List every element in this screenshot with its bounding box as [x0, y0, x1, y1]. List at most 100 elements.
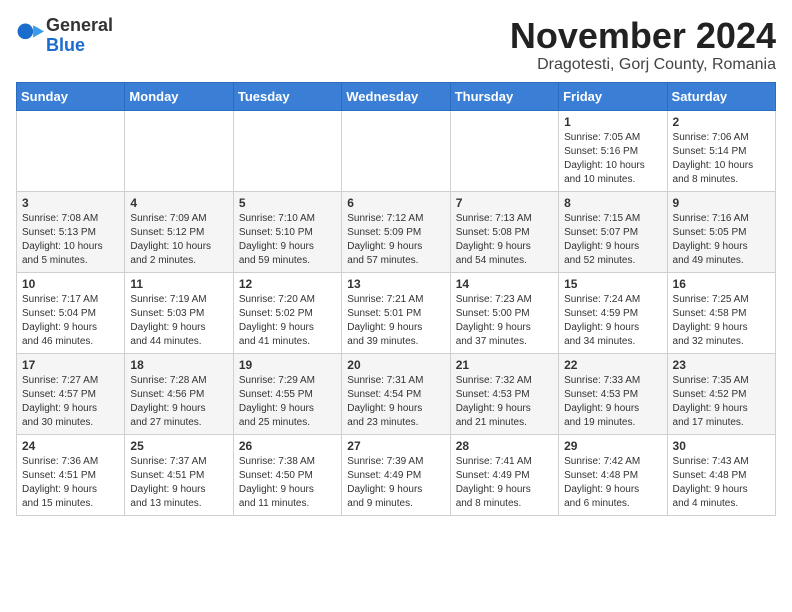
day-cell: 23 Sunrise: 7:35 AMSunset: 4:52 PMDayligh… [667, 353, 775, 434]
logo-blue: Blue [46, 35, 85, 55]
day-number: 6 [347, 196, 444, 210]
day-cell: 15Sunrise: 7:24 AMSunset: 4:59 PMDayligh… [559, 272, 667, 353]
logo-text: General Blue [46, 16, 113, 56]
day-cell: 19Sunrise: 7:29 AMSunset: 4:55 PMDayligh… [233, 353, 341, 434]
day-info: Sunrise: 7:20 AMSunset: 5:02 PMDaylight:… [239, 293, 336, 349]
day-number: 11 [130, 277, 227, 291]
day-number: 4 [130, 196, 227, 210]
day-info: Sunrise: 7:09 AMSunset: 5:12 PMDaylight:… [130, 212, 227, 268]
day-number: 20 [347, 358, 444, 372]
day-cell: 29 Sunrise: 7:42 AMSunset: 4:48 PMDayligh… [559, 434, 667, 515]
day-number: 21 [456, 358, 553, 372]
day-cell: 2Sunrise: 7:06 AMSunset: 5:14 PMDaylight… [667, 110, 775, 191]
day-info: Sunrise: 7:06 AMSunset: 5:14 PMDaylight:… [673, 131, 770, 187]
page-container: General Blue November 2024 Dragotesti, G… [16, 16, 776, 516]
day-cell: 7 Sunrise: 7:13 AMSunset: 5:08 PMDaylight… [450, 191, 558, 272]
day-cell: 26 Sunrise: 7:38 AMSunset: 4:50 PMDayligh… [233, 434, 341, 515]
day-cell: 22Sunrise: 7:33 AMSunset: 4:53 PMDayligh… [559, 353, 667, 434]
day-cell: 21 Sunrise: 7:32 AMSunset: 4:53 PMDayligh… [450, 353, 558, 434]
day-number: 1 [564, 115, 661, 129]
weekday-header-wednesday: Wednesday [342, 82, 450, 110]
day-cell: 8Sunrise: 7:15 AMSunset: 5:07 PMDaylight… [559, 191, 667, 272]
day-number: 14 [456, 277, 553, 291]
header: General Blue November 2024 Dragotesti, G… [16, 16, 776, 74]
day-cell: 12 Sunrise: 7:20 AMSunset: 5:02 PMDayligh… [233, 272, 341, 353]
weekday-header-saturday: Saturday [667, 82, 775, 110]
day-number: 16 [673, 277, 770, 291]
day-number: 9 [673, 196, 770, 210]
day-info: Sunrise: 7:42 AMSunset: 4:48 PMDaylight:… [564, 455, 661, 511]
day-number: 17 [22, 358, 119, 372]
weekday-header-monday: Monday [125, 82, 233, 110]
day-info: Sunrise: 7:37 AMSunset: 4:51 PMDaylight:… [130, 455, 227, 511]
day-info: Sunrise: 7:38 AMSunset: 4:50 PMDaylight:… [239, 455, 336, 511]
day-cell: 17 Sunrise: 7:27 AMSunset: 4:57 PMDayligh… [17, 353, 125, 434]
day-number: 7 [456, 196, 553, 210]
day-cell: 4 Sunrise: 7:09 AMSunset: 5:12 PMDaylight… [125, 191, 233, 272]
day-cell [17, 110, 125, 191]
day-cell: 25 Sunrise: 7:37 AMSunset: 4:51 PMDayligh… [125, 434, 233, 515]
day-info: Sunrise: 7:13 AMSunset: 5:08 PMDaylight:… [456, 212, 553, 268]
day-cell: 6 Sunrise: 7:12 AMSunset: 5:09 PMDaylight… [342, 191, 450, 272]
day-info: Sunrise: 7:43 AMSunset: 4:48 PMDaylight:… [673, 455, 770, 511]
day-cell: 14 Sunrise: 7:23 AMSunset: 5:00 PMDayligh… [450, 272, 558, 353]
day-cell: 11 Sunrise: 7:19 AMSunset: 5:03 PMDayligh… [125, 272, 233, 353]
day-number: 27 [347, 439, 444, 453]
week-row-3: 17 Sunrise: 7:27 AMSunset: 4:57 PMDayligh… [17, 353, 776, 434]
day-info: Sunrise: 7:36 AMSunset: 4:51 PMDaylight:… [22, 455, 119, 511]
day-cell: 9 Sunrise: 7:16 AMSunset: 5:05 PMDaylight… [667, 191, 775, 272]
day-cell: 16Sunrise: 7:25 AMSunset: 4:58 PMDayligh… [667, 272, 775, 353]
day-cell: 10Sunrise: 7:17 AMSunset: 5:04 PMDayligh… [17, 272, 125, 353]
weekday-header-sunday: Sunday [17, 82, 125, 110]
weekday-header-thursday: Thursday [450, 82, 558, 110]
day-cell [450, 110, 558, 191]
weekday-row: SundayMondayTuesdayWednesdayThursdayFrid… [17, 82, 776, 110]
day-number: 12 [239, 277, 336, 291]
day-info: Sunrise: 7:12 AMSunset: 5:09 PMDaylight:… [347, 212, 444, 268]
day-number: 13 [347, 277, 444, 291]
day-info: Sunrise: 7:17 AMSunset: 5:04 PMDaylight:… [22, 293, 119, 349]
title-block: November 2024 Dragotesti, Gorj County, R… [510, 16, 776, 74]
day-number: 3 [22, 196, 119, 210]
day-info: Sunrise: 7:28 AMSunset: 4:56 PMDaylight:… [130, 374, 227, 430]
day-number: 30 [673, 439, 770, 453]
day-info: Sunrise: 7:31 AMSunset: 4:54 PMDaylight:… [347, 374, 444, 430]
calendar-table: SundayMondayTuesdayWednesdayThursdayFrid… [16, 82, 776, 516]
day-number: 23 [673, 358, 770, 372]
day-info: Sunrise: 7:27 AMSunset: 4:57 PMDaylight:… [22, 374, 119, 430]
day-cell [233, 110, 341, 191]
day-info: Sunrise: 7:23 AMSunset: 5:00 PMDaylight:… [456, 293, 553, 349]
week-row-4: 24 Sunrise: 7:36 AMSunset: 4:51 PMDayligh… [17, 434, 776, 515]
day-number: 25 [130, 439, 227, 453]
day-number: 8 [564, 196, 661, 210]
logo: General Blue [16, 16, 113, 56]
day-cell: 3 Sunrise: 7:08 AMSunset: 5:13 PMDaylight… [17, 191, 125, 272]
weekday-header-tuesday: Tuesday [233, 82, 341, 110]
calendar-header: SundayMondayTuesdayWednesdayThursdayFrid… [17, 82, 776, 110]
week-row-0: 1Sunrise: 7:05 AMSunset: 5:16 PMDaylight… [17, 110, 776, 191]
day-cell: 1Sunrise: 7:05 AMSunset: 5:16 PMDaylight… [559, 110, 667, 191]
day-cell: 20 Sunrise: 7:31 AMSunset: 4:54 PMDayligh… [342, 353, 450, 434]
day-info: Sunrise: 7:41 AMSunset: 4:49 PMDaylight:… [456, 455, 553, 511]
day-info: Sunrise: 7:19 AMSunset: 5:03 PMDaylight:… [130, 293, 227, 349]
day-cell: 24 Sunrise: 7:36 AMSunset: 4:51 PMDayligh… [17, 434, 125, 515]
day-info: Sunrise: 7:08 AMSunset: 5:13 PMDaylight:… [22, 212, 119, 268]
day-cell [342, 110, 450, 191]
day-info: Sunrise: 7:35 AMSunset: 4:52 PMDaylight:… [673, 374, 770, 430]
week-row-1: 3 Sunrise: 7:08 AMSunset: 5:13 PMDaylight… [17, 191, 776, 272]
day-number: 5 [239, 196, 336, 210]
month-title: November 2024 [510, 16, 776, 56]
day-info: Sunrise: 7:39 AMSunset: 4:49 PMDaylight:… [347, 455, 444, 511]
day-cell [125, 110, 233, 191]
day-cell: 27 Sunrise: 7:39 AMSunset: 4:49 PMDayligh… [342, 434, 450, 515]
day-info: Sunrise: 7:32 AMSunset: 4:53 PMDaylight:… [456, 374, 553, 430]
day-info: Sunrise: 7:10 AMSunset: 5:10 PMDaylight:… [239, 212, 336, 268]
day-info: Sunrise: 7:16 AMSunset: 5:05 PMDaylight:… [673, 212, 770, 268]
week-row-2: 10Sunrise: 7:17 AMSunset: 5:04 PMDayligh… [17, 272, 776, 353]
day-cell: 5 Sunrise: 7:10 AMSunset: 5:10 PMDaylight… [233, 191, 341, 272]
day-number: 24 [22, 439, 119, 453]
day-number: 29 [564, 439, 661, 453]
calendar-body: 1Sunrise: 7:05 AMSunset: 5:16 PMDaylight… [17, 110, 776, 515]
day-number: 26 [239, 439, 336, 453]
day-info: Sunrise: 7:21 AMSunset: 5:01 PMDaylight:… [347, 293, 444, 349]
